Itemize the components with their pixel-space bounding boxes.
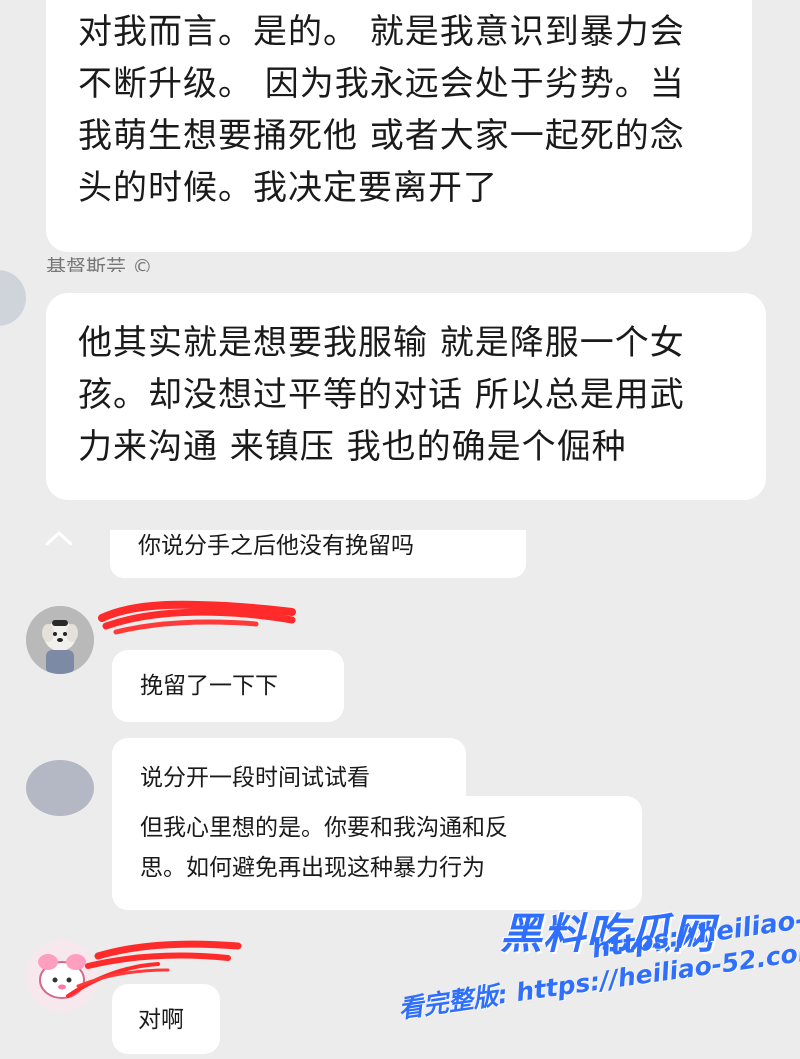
message-text: 挽留了一下下 [140,673,278,699]
message-text: 思。如何避免再出现这种暴力行为 [140,855,485,881]
message-text: 力来沟通 来镇压 我也的确是个倔种 [78,427,627,467]
message-text: 说分开一段时间试试看 [140,765,370,791]
message-text: 但我心里想的是。你要和我沟通和反 [140,815,508,841]
message-text: 不断升级。 因为我永远会处于劣势。当 [78,64,685,104]
sender-name: 基督斯芸 © [46,255,153,272]
redaction-scribble [98,600,296,635]
message-text: 我萌生想要捅死他 或者大家一起死的念 [78,116,685,156]
avatar-partial [26,760,94,816]
chevron-up-icon[interactable] [44,528,74,548]
avatar-partial-top [0,270,26,326]
message-text: 孩。却没想过平等的对话 所以总是用武 [78,375,685,415]
message-bubble-6: 对啊 [112,984,220,1054]
message-bubble-4: 挽留了一下下 [112,650,344,722]
message-bubble-1: 对我而言。是的。 就是我意识到暴力会 不断升级。 因为我永远会处于劣势。当 我萌… [46,0,752,252]
message-text: 他其实就是想要我服输 就是降服一个女 [78,323,685,363]
message-bubble-3: 你说分手之后他没有挽留吗 [110,530,526,578]
avatar-dog-icon[interactable] [26,606,94,674]
message-text: 你说分手之后他没有挽留吗 [138,533,414,559]
message-text: 对我而言。是的。 就是我意识到暴力会 [78,12,685,52]
message-bubble-2: 他其实就是想要我服输 就是降服一个女 孩。却没想过平等的对话 所以总是用武 力来… [46,293,766,500]
message-text: 对啊 [138,1007,184,1033]
message-bubble-5-continued: 但我心里想的是。你要和我沟通和反 思。如何避免再出现这种暴力行为 [112,796,642,910]
message-text: 头的时候。我决定要离开了 [78,168,498,208]
